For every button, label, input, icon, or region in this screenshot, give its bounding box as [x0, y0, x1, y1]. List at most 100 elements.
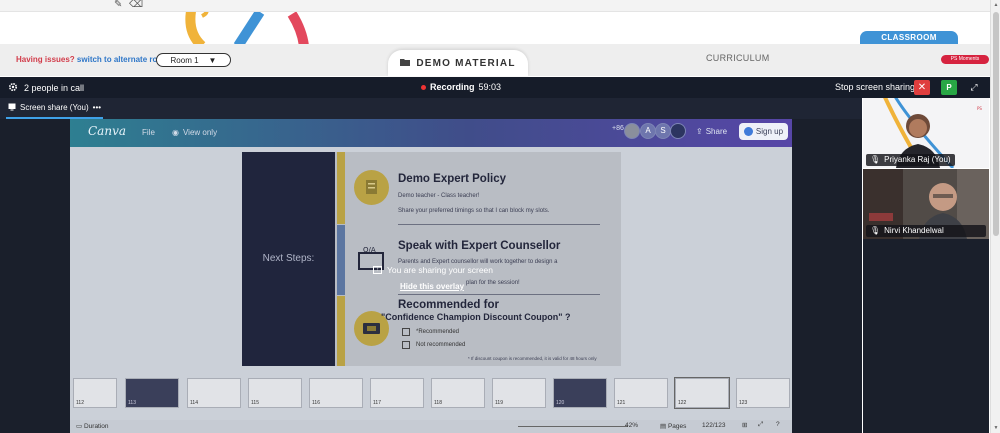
tab-curriculum[interactable]: CURRICULUM [706, 53, 770, 63]
folder-icon-svg [400, 58, 411, 66]
thumbnail-116[interactable]: 116 [309, 378, 363, 408]
stop-sharing-label[interactable]: Stop screen sharing [835, 82, 915, 92]
svg-text:PS: PS [977, 106, 982, 111]
thumbnail-number: 121 [617, 400, 626, 406]
option-not-recommended-label: Not recommended [416, 342, 466, 348]
avatar[interactable] [624, 123, 640, 139]
google-icon [743, 127, 753, 136]
avatar-a-label: A [645, 126, 651, 135]
avatar-s-label: S [660, 126, 666, 135]
issues-notice: Having issues? switch to alternate room [16, 55, 169, 64]
thumbnail-number: 118 [434, 400, 442, 406]
moments-badge-label: PS Moments [950, 56, 980, 62]
participant-name: Nirvi Khandelwal [884, 226, 944, 235]
scrollbar-thumb[interactable] [993, 12, 999, 236]
section3-subtitle: "Confidence Champion Discount Coupon" ? [381, 312, 571, 322]
scroll-down-icon[interactable]: ▼ [992, 425, 1000, 431]
avatar-a[interactable]: A [640, 123, 656, 139]
thumbnail-119[interactable]: 119 [492, 378, 546, 408]
upload-icon: ↑ [373, 266, 382, 274]
sign-up-label: Sign up [755, 127, 784, 136]
canva-view-only: ◉ View only [172, 128, 217, 137]
share-tab-bar [0, 98, 862, 119]
canva-bottom-bar: ▭ Duration 42% ▤ Pages 122/123 ⊞ ⤢ ? [70, 420, 792, 433]
sharing-overlay-text: You are sharing your screen [387, 265, 494, 275]
name-tag-nirvi: 🎙 Nirvi Khandelwal [866, 225, 986, 237]
video-tile-priyanka[interactable]: PS 🎙 Priyanka Raj (You) [863, 98, 989, 168]
policy-icon [354, 170, 389, 205]
avatar-logo[interactable] [670, 123, 686, 139]
expand-icon: ⤢ [970, 82, 978, 92]
participant-button[interactable]: P [941, 80, 957, 95]
thumbnail-118[interactable]: 118 [431, 378, 485, 408]
call-bar: 2 people in call Recording 59:03 Stop sc… [0, 77, 990, 98]
chevron-down-icon: ▼ [208, 55, 217, 65]
decorative-arcs-svg [185, 12, 309, 46]
thumbnail-114[interactable]: 114 [187, 378, 241, 408]
expand-button[interactable]: ⤢ [966, 80, 982, 95]
thumbnail-117[interactable]: 117 [370, 378, 424, 408]
canva-logo[interactable]: Canva [88, 124, 126, 138]
people-count: 2 people in call [24, 83, 85, 93]
fullscreen-icon[interactable]: ⤢ [758, 421, 763, 429]
section2-title: Speak with Expert Counsellor [398, 240, 561, 252]
duration-toggle[interactable]: ▭ Duration [76, 422, 109, 430]
duration-label: Duration [83, 423, 109, 430]
tab-screen-share[interactable]: Screen share (You) ••• [6, 98, 104, 119]
video-tile-nirvi[interactable]: 🎙 Nirvi Khandelwal [863, 169, 989, 239]
section-strip-1 [337, 152, 345, 224]
section-divider-2 [398, 294, 600, 295]
option-recommended-checkbox[interactable] [402, 328, 410, 336]
pages-label: Pages [667, 423, 687, 430]
tab-screen-share-label: Screen share (You) [20, 103, 89, 112]
sharing-overlay-message: ↑ You are sharing your screen [373, 265, 493, 275]
canva-share-button[interactable]: ⇪ Share [696, 127, 727, 136]
recording-status: Recording 59:03 [421, 82, 501, 92]
thumbnail-123[interactable]: 123 [736, 378, 790, 408]
thumbnail-number: 115 [251, 400, 259, 406]
record-dot-icon [421, 84, 426, 90]
hide-overlay-link[interactable]: Hide this overlay [400, 282, 464, 291]
zoom-slider[interactable] [518, 426, 628, 427]
tab-demo-material[interactable]: DEMO MATERIAL [388, 50, 528, 76]
thumbnail-121[interactable]: 121 [614, 378, 668, 408]
page-count: 122/123 [702, 422, 726, 429]
share-icon: ⇪ [696, 127, 703, 136]
recording-time: 59:03 [478, 82, 502, 92]
gear-icon[interactable] [8, 82, 18, 94]
section1-title: Demo Expert Policy [398, 173, 507, 185]
name-tag-priyanka: 🎙 Priyanka Raj (You) [866, 154, 955, 166]
pages-icon: ▤ [660, 423, 667, 430]
pencil-icon[interactable]: ✎ [114, 0, 122, 10]
canva-share-label: Share [705, 127, 728, 136]
more-options-icon[interactable]: ••• [93, 103, 101, 112]
pages-button[interactable]: ▤ Pages [660, 422, 686, 430]
section-strip-3 [337, 296, 345, 366]
scroll-up-icon[interactable]: ▲ [992, 2, 1000, 8]
sign-up-button[interactable]: Sign up [739, 123, 788, 140]
page-scrollbar[interactable]: ▲ ▼ [990, 0, 1000, 433]
option-not-recommended-checkbox[interactable] [402, 341, 410, 349]
thumbnail-122[interactable]: 122 [674, 377, 730, 409]
room-select[interactable]: Room 1 ▼ [156, 53, 231, 67]
thumbnail-115[interactable]: 115 [248, 378, 302, 408]
stop-sharing-button[interactable]: ✕ [914, 80, 930, 95]
avatar-s[interactable]: S [655, 123, 671, 139]
eraser-icon[interactable]: ⌫ [129, 0, 143, 10]
thumbnail-number: 113 [128, 400, 136, 406]
thumbnail-113[interactable]: 113 [125, 378, 179, 408]
thumbnail-number: 112 [76, 400, 84, 406]
screen-share-icon [8, 103, 16, 113]
recording-label: Recording [430, 82, 475, 92]
grid-icon[interactable]: ⊞ [742, 421, 747, 429]
timer-icon: ▭ [76, 423, 83, 430]
tab-classroom[interactable]: CLASSROOM [860, 31, 958, 44]
help-icon[interactable]: ? [776, 421, 780, 428]
moments-badge[interactable]: PS Moments [941, 55, 989, 64]
thumbnail-112[interactable]: 112 [73, 378, 117, 408]
thumbnail-120[interactable]: 120 [553, 378, 607, 408]
screen-share-icon-svg [8, 103, 16, 110]
canva-file-menu[interactable]: File [142, 128, 155, 137]
call-info: 2 people in call [8, 82, 84, 94]
thumbnail-number: 122 [678, 400, 687, 406]
